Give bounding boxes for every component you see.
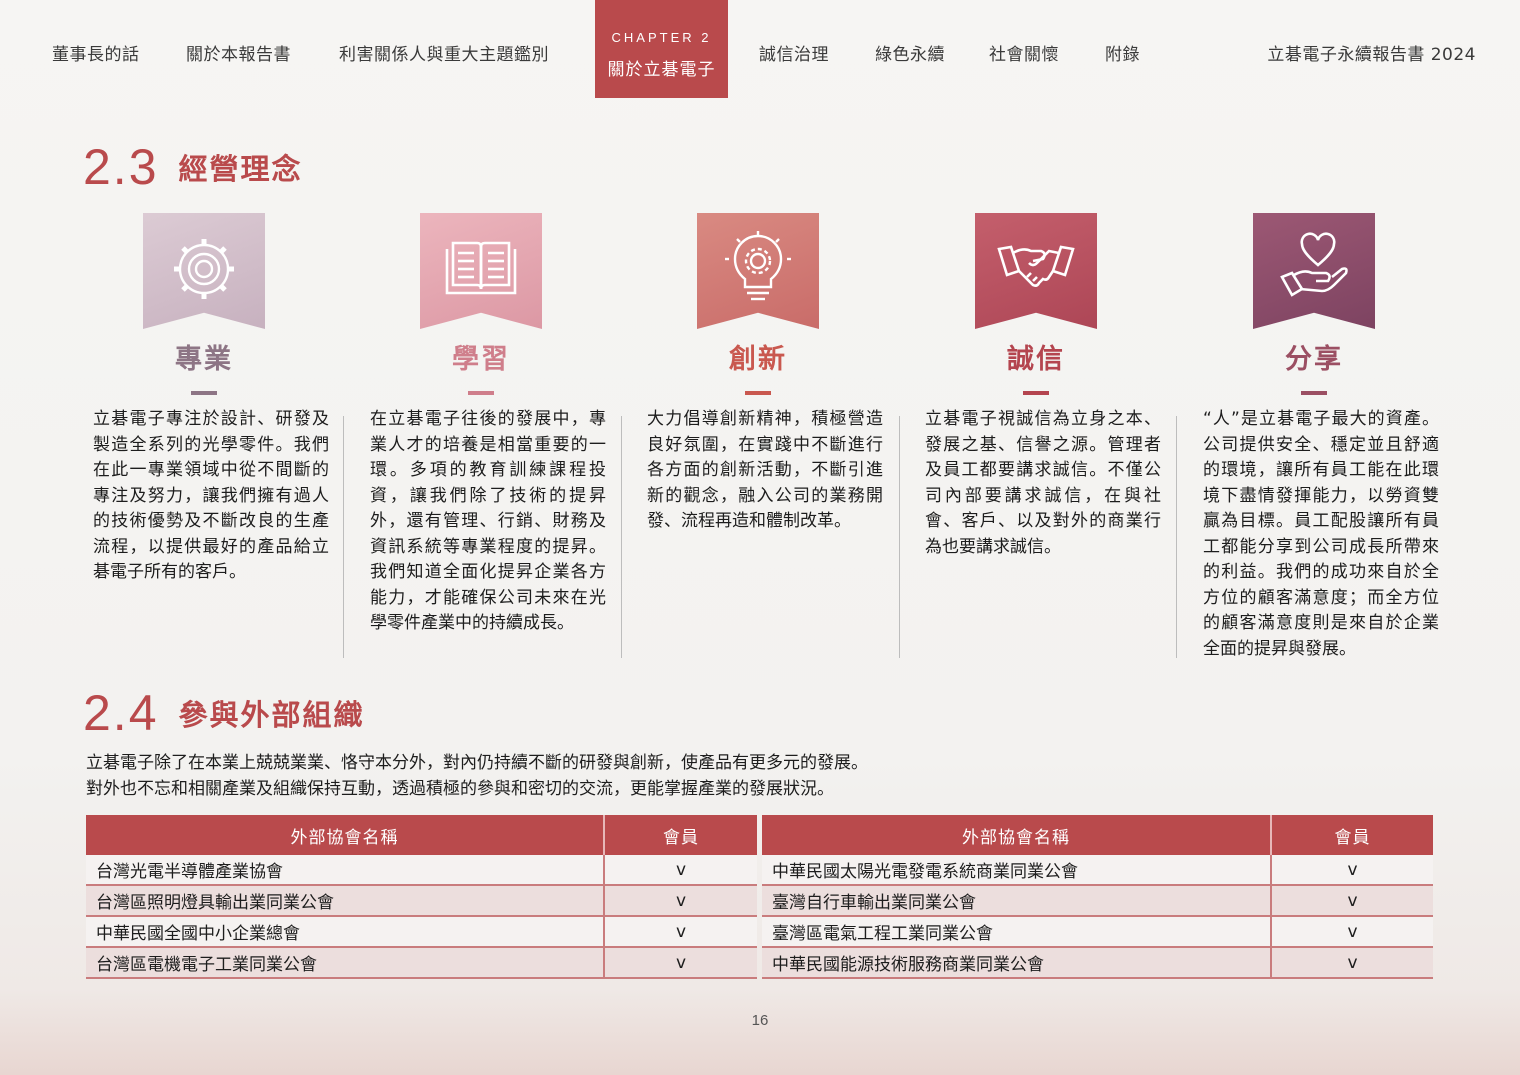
member-mark: v [604, 916, 757, 948]
org-name: 台灣光電半導體產業協會 [86, 855, 605, 886]
value-banner [697, 213, 819, 329]
nav-item-stakeholders[interactable]: 利害關係人與重大主題鑑別 [339, 40, 549, 65]
value-description: 立碁電子專注於設計、研發及製造全系列的光學零件。我們在此一專業領域中從不間斷的專… [93, 409, 329, 582]
nav-item-appendix[interactable]: 附錄 [1105, 40, 1140, 65]
org-name: 台灣區照明燈具輸出業同業公會 [86, 885, 605, 917]
external-orgs-table-right: 外部協會名稱 會員 中華民國太陽光電發電系統商業同業公會 v 臺灣自行車輸出業同業公… [762, 815, 1433, 979]
value-description: 大力倡導創新精神，積極營造良好氛圍，在實踐中不斷進行各方面的創新活動，不斷引進新… [647, 409, 883, 531]
intro-line: 對外也不忘和相關產業及組織保持互動，透過積極的參與和密切的交流，更能掌握產業的發… [86, 779, 834, 799]
value-banner [1253, 213, 1375, 329]
section-heading-2-3: 2.3 經營理念 [83, 138, 303, 196]
member-mark: v [1271, 855, 1433, 886]
intro-line: 立碁電子除了在本業上兢兢業業、恪守本分外，對內仍持續不斷的研發與創新，使產品有更… [86, 753, 868, 773]
section-title: 經營理念 [178, 152, 303, 186]
nav-item-green[interactable]: 綠色永續 [875, 40, 945, 65]
section-intro: 立碁電子除了在本業上兢兢業業、恪守本分外，對內仍持續不斷的研發與創新，使產品有更… [86, 750, 868, 802]
gear-icon [174, 239, 234, 299]
table-header-org-name: 外部協會名稱 [762, 815, 1272, 855]
column-divider [1176, 416, 1177, 658]
org-name: 中華民國太陽光電發電系統商業同業公會 [762, 855, 1272, 886]
book-icon [445, 241, 517, 295]
table-row: 台灣光電半導體產業協會 v [86, 855, 757, 886]
table-header-org-name: 外部協會名稱 [86, 815, 605, 855]
table-row: 中華民國太陽光電發電系統商業同業公會 v [762, 855, 1433, 886]
column-divider [621, 416, 622, 658]
heart-hand-icon [1280, 232, 1348, 297]
table-header-member: 會員 [604, 815, 757, 855]
nav-item-chairman[interactable]: 董事長的話 [52, 40, 140, 65]
external-orgs-table-left: 外部協會名稱 會員 台灣光電半導體產業協會 v 台灣區照明燈具輸出業同業公會 v 中華… [86, 815, 757, 979]
table-row: 台灣區電機電子工業同業公會 v [86, 947, 757, 979]
nav-item-chapter-2-active[interactable]: CHAPTER 2 關於立碁電子 [595, 0, 728, 98]
column-divider [343, 416, 344, 658]
table-row: 中華民國能源技術服務商業同業公會 v [762, 947, 1433, 979]
value-description: 立碁電子視誠信為立身之本、發展之基、信譽之源。管理者及員工都要講求誠信。不僅公司… [925, 409, 1161, 557]
nav-item-about-report[interactable]: 關於本報告書 [186, 40, 291, 65]
value-banner [975, 213, 1097, 329]
member-mark: v [604, 947, 757, 979]
value-name: 專業 [175, 344, 233, 375]
value-description: “人”是立碁電子最大的資產。公司提供安全、穩定並且舒適的環境，讓所有員工能在此環… [1203, 409, 1439, 659]
org-name: 臺灣區電氣工程工業同業公會 [762, 916, 1272, 948]
org-name: 中華民國能源技術服務商業同業公會 [762, 947, 1272, 979]
value-dash [745, 391, 771, 395]
org-name: 台灣區電機電子工業同業公會 [86, 947, 605, 979]
member-mark: v [604, 885, 757, 917]
member-mark: v [604, 855, 757, 886]
org-name: 臺灣自行車輸出業同業公會 [762, 885, 1272, 917]
value-description: 在立碁電子往後的發展中，專業人才的培養是相當重要的一環。多項的教育訓練課程投資，… [370, 409, 606, 633]
member-mark: v [1271, 916, 1433, 948]
value-dash [191, 391, 217, 395]
table-row: 台灣區照明燈具輸出業同業公會 v [86, 885, 757, 917]
value-name: 分享 [1285, 344, 1343, 375]
value-dash [1301, 391, 1327, 395]
report-title: 立碁電子永續報告書 2024 [1267, 45, 1476, 65]
org-name: 中華民國全國中小企業總會 [86, 916, 605, 948]
table-header-member: 會員 [1271, 815, 1433, 855]
chapter-label: CHAPTER 2 [611, 30, 712, 45]
section-number: 2.4 [83, 685, 159, 741]
value-banner [420, 213, 542, 329]
nav-item-integrity[interactable]: 誠信治理 [759, 40, 829, 65]
member-mark: v [1271, 885, 1433, 917]
lightbulb-icon [725, 231, 791, 301]
section-heading-2-4: 2.4 參與外部組織 [83, 684, 365, 742]
value-dash [468, 391, 494, 395]
value-banner [143, 213, 265, 329]
top-navigation: 董事長的話 關於本報告書 利害關係人與重大主題鑑別 CHAPTER 2 關於立碁… [0, 0, 1520, 100]
section-title: 參與外部組織 [178, 698, 365, 732]
handshake-icon [997, 245, 1075, 287]
chapter-name: 關於立碁電子 [607, 60, 716, 80]
value-name: 創新 [729, 344, 787, 375]
section-number: 2.3 [83, 139, 159, 195]
value-name: 誠信 [1007, 344, 1065, 375]
value-name: 學習 [452, 344, 510, 375]
nav-item-social[interactable]: 社會關懷 [989, 40, 1059, 65]
page-number: 16 [751, 1012, 769, 1029]
table-row: 臺灣自行車輸出業同業公會 v [762, 885, 1433, 917]
member-mark: v [1271, 947, 1433, 979]
column-divider [899, 416, 900, 658]
value-dash [1023, 391, 1049, 395]
table-row: 臺灣區電氣工程工業同業公會 v [762, 916, 1433, 948]
table-row: 中華民國全國中小企業總會 v [86, 916, 757, 948]
